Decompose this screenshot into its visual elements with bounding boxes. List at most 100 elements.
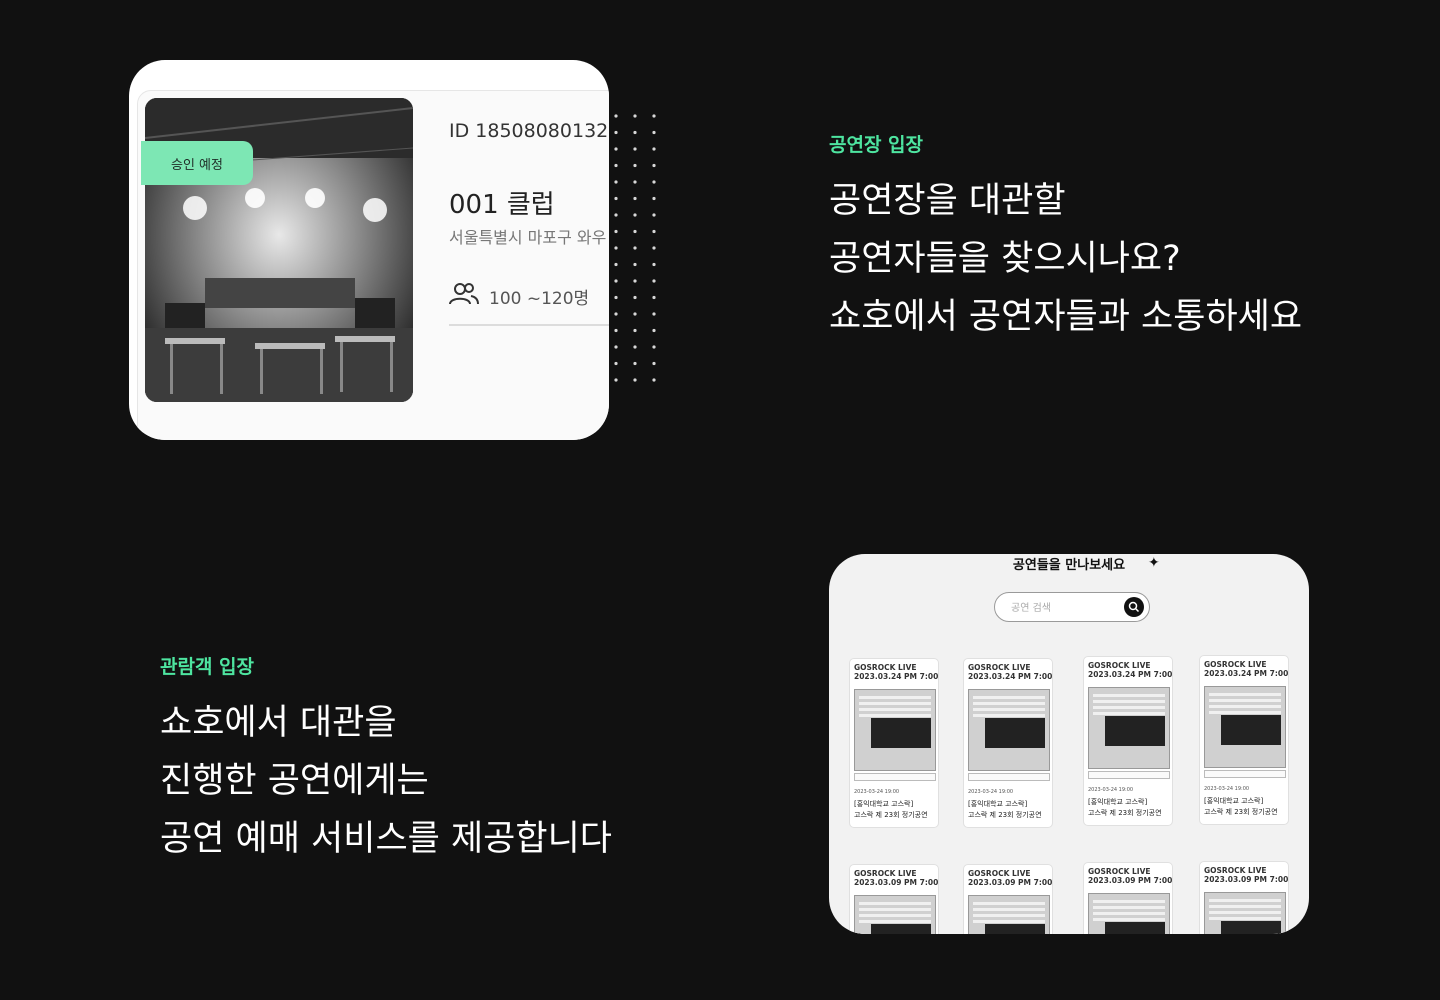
poster-row	[859, 714, 931, 717]
poster-graphic	[985, 924, 1045, 934]
audience-section-label: 관람객 입장	[160, 656, 255, 678]
performance-card-header: GOSROCK LIVE 2023.03.09 PM 7:00	[1204, 866, 1288, 884]
capacity-row: 100 ~120명	[449, 282, 589, 310]
performance-card[interactable]: GOSROCK LIVE 2023.03.09 PM 7:00	[1083, 862, 1173, 934]
poster-strip	[1204, 770, 1286, 778]
dot	[652, 328, 656, 333]
dot	[633, 312, 637, 316]
headline-line: 쇼호에서 공연자들과 소통하세요	[829, 297, 1303, 337]
dot	[614, 180, 618, 184]
dot	[614, 229, 618, 234]
performance-card[interactable]: GOSROCK LIVE 2023.03.09 PM 7:00	[849, 864, 939, 934]
people-icon	[449, 282, 479, 310]
performance-search-input[interactable]: 공연 검색	[994, 592, 1150, 622]
performance-card[interactable]: GOSROCK LIVE 2023.03.24 PM 7:00 2023-03-24…	[1199, 655, 1289, 825]
performance-card-header: GOSROCK LIVE 2023.03.09 PM 7:00	[854, 869, 938, 887]
poster-row	[1093, 694, 1165, 697]
performance-card[interactable]: GOSROCK LIVE 2023.03.24 PM 7:00 2023-03-24…	[849, 658, 939, 828]
dot	[652, 312, 656, 316]
dot	[633, 180, 637, 184]
performance-label: GOSROCK LIVE	[854, 869, 917, 878]
performance-date: 2023-03-24 19:00	[1088, 787, 1134, 793]
performance-subtitle: 고스락 제 23회 정기공연	[1088, 809, 1162, 817]
poster-row	[859, 920, 931, 923]
dot	[614, 361, 618, 366]
dot	[652, 345, 656, 349]
dot	[614, 196, 618, 201]
performance-card[interactable]: GOSROCK LIVE 2023.03.24 PM 7:00 2023-03-24…	[1083, 656, 1173, 826]
dot	[633, 114, 637, 118]
poster-graphic	[871, 924, 931, 934]
divider	[449, 324, 609, 326]
performance-date: 2023-03-24 19:00	[1204, 786, 1250, 792]
poster-row	[1209, 699, 1281, 702]
venue-name: 001 클럽	[449, 190, 555, 220]
performance-name: [홍익대학교 고스락]	[1204, 797, 1264, 805]
dot	[633, 345, 637, 349]
dot	[652, 378, 656, 382]
dot	[633, 295, 637, 300]
headline-line: 공연 예매 서비스를 제공합니다	[160, 819, 612, 859]
performance-card-header: GOSROCK LIVE 2023.03.09 PM 7:00	[968, 869, 1052, 887]
performance-label: GOSROCK LIVE	[968, 869, 1031, 878]
dot	[633, 130, 637, 135]
dot	[652, 180, 656, 184]
poster-row	[973, 702, 1045, 705]
search-button[interactable]	[1124, 597, 1144, 617]
performance-date: 2023-03-24 19:00	[968, 789, 1014, 795]
performance-poster-image	[1204, 892, 1286, 934]
poster-row	[859, 908, 931, 911]
poster-graphic	[1221, 921, 1281, 934]
dot	[633, 229, 637, 234]
performance-datetime: 2023.03.24 PM 7:00	[1204, 669, 1289, 678]
performance-card-header: GOSROCK LIVE 2023.03.24 PM 7:00	[1204, 660, 1288, 678]
dot-grid-decoration	[614, 114, 656, 382]
dot	[652, 147, 656, 151]
venue-card[interactable]: 승인 예정 ID 18508080132 001 클럽 서울특별시 마포구 와우…	[129, 60, 609, 440]
poster-row	[1209, 917, 1281, 920]
performance-card-header: GOSROCK LIVE 2023.03.24 PM 7:00	[1088, 661, 1172, 679]
dot	[633, 196, 637, 201]
headline-line: 공연장을 대관할	[829, 181, 1066, 221]
poster-row	[973, 902, 1045, 905]
performance-datetime: 2023.03.09 PM 7:00	[1204, 875, 1289, 884]
performance-date: 2023-03-24 19:00	[854, 789, 900, 795]
performance-list-title: 공연들을 만나보세요	[1012, 558, 1126, 573]
search-icon	[1128, 601, 1140, 613]
poster-row	[1093, 712, 1165, 715]
performance-card[interactable]: GOSROCK LIVE 2023.03.09 PM 7:00	[963, 864, 1053, 934]
poster-row	[973, 908, 1045, 911]
poster-graphic	[1105, 716, 1165, 746]
performance-card[interactable]: GOSROCK LIVE 2023.03.24 PM 7:00 2023-03-24…	[963, 658, 1053, 828]
dot	[614, 312, 618, 316]
dot	[652, 130, 656, 135]
headline-line: 쇼호에서 대관을	[160, 703, 397, 743]
poster-row	[1209, 911, 1281, 914]
dot	[614, 279, 618, 283]
dot	[614, 114, 618, 118]
performance-subtitle: 고스락 제 23회 정기공연	[854, 811, 928, 819]
performance-label: GOSROCK LIVE	[1204, 660, 1267, 669]
dot	[652, 279, 656, 283]
poster-row	[1093, 706, 1165, 709]
poster-strip	[968, 773, 1050, 781]
performance-poster-image	[1088, 893, 1170, 934]
dot	[652, 196, 656, 201]
poster-row	[859, 914, 931, 917]
capacity-text: 100 ~120명	[489, 288, 590, 309]
poster-row	[1209, 693, 1281, 696]
performance-datetime: 2023.03.24 PM 7:00	[1088, 670, 1173, 679]
performance-card[interactable]: GOSROCK LIVE 2023.03.09 PM 7:00	[1199, 861, 1289, 934]
poster-row	[859, 696, 931, 699]
poster-row	[1093, 906, 1165, 909]
poster-row	[1209, 899, 1281, 902]
poster-row	[1093, 912, 1165, 915]
dot	[614, 262, 618, 267]
poster-row	[1209, 705, 1281, 708]
dot	[614, 328, 618, 333]
dot	[633, 213, 637, 217]
poster-graphic	[1105, 922, 1165, 934]
performance-subtitle: 고스락 제 23회 정기공연	[968, 811, 1042, 819]
performance-poster-image	[1088, 687, 1170, 769]
dot	[614, 246, 618, 250]
